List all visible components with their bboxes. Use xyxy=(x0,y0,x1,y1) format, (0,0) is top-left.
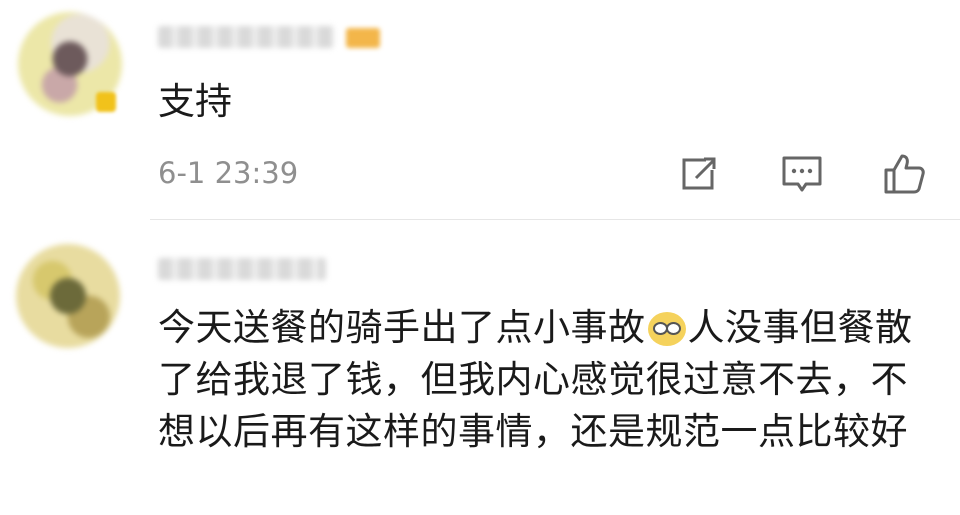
avatar[interactable] xyxy=(16,244,120,348)
dizzy-face-emoji-icon xyxy=(647,312,686,346)
username-blurred[interactable] xyxy=(158,26,334,48)
comment-item: 今天送餐的骑手出了点小事故 人没事但餐散了给我退了钱，但我内心感觉很过意不去，不想… xyxy=(0,222,960,515)
share-icon xyxy=(682,157,716,190)
like-button[interactable] xyxy=(882,152,926,196)
level-badge-icon xyxy=(346,28,380,48)
comment-item: 支持 6-1 23:39 xyxy=(0,0,960,220)
comment-text: 今天送餐的骑手出了点小事故 人没事但餐散了给我退了钱，但我内心感觉很过意不去，不想… xyxy=(158,302,943,458)
share-button[interactable] xyxy=(676,152,720,196)
verified-badge-icon xyxy=(96,92,116,112)
username-blurred[interactable] xyxy=(158,258,326,280)
comment-divider xyxy=(150,219,960,220)
comment-text: 支持 xyxy=(158,80,232,123)
thumbs-up-icon xyxy=(884,154,925,194)
reply-button[interactable] xyxy=(780,152,824,196)
comment-text-part: 今天送餐的骑手出了点小事故 xyxy=(158,306,646,349)
comment-icon xyxy=(782,156,822,192)
comment-timestamp: 6-1 23:39 xyxy=(158,156,299,190)
